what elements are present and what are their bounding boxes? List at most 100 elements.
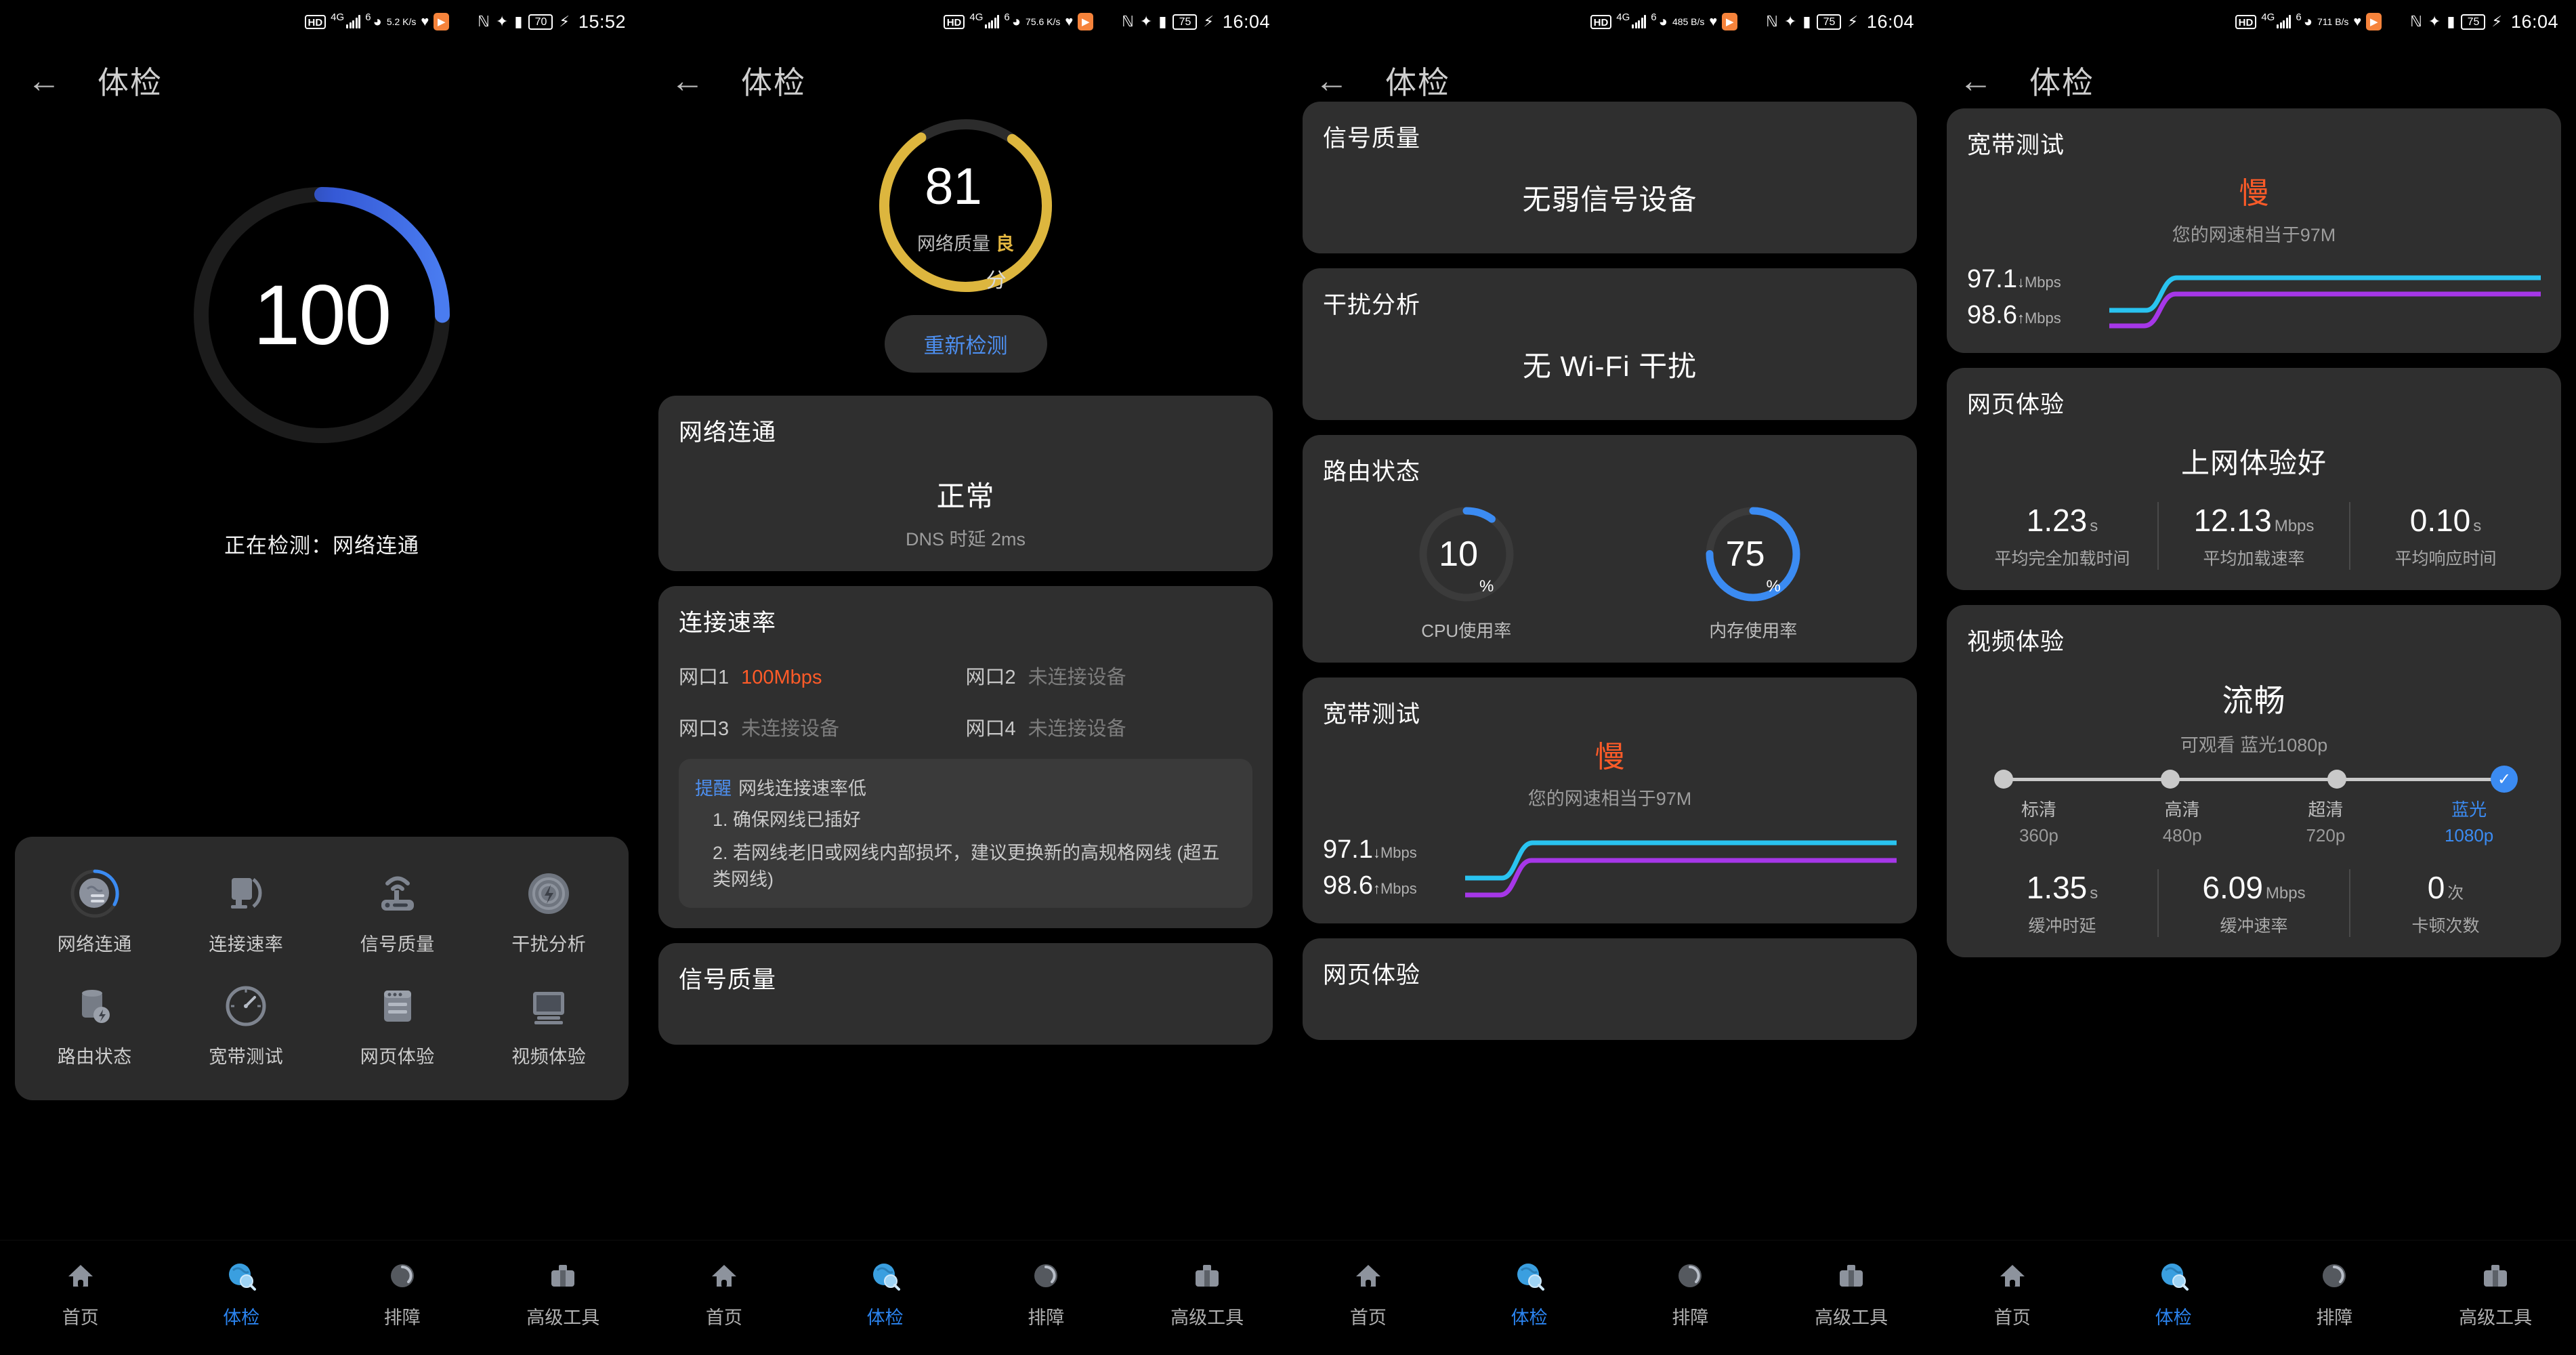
retest-button[interactable]: 重新检测	[884, 315, 1047, 373]
nav-item-home[interactable]: 首页	[40, 1258, 121, 1329]
quality-level-sd[interactable]: 标清 360p	[1967, 796, 2111, 846]
nfc-icon: ℕ	[2410, 13, 2422, 30]
video-quality-slider[interactable]: ✓ 标清 360p 高清 480p 超清 720p 蓝光 1080p	[1967, 766, 2541, 846]
score-section: 100 正在检测：网络连通	[0, 176, 643, 559]
scroll-content[interactable]: 宽带测试 慢 您的网速相当于97M 97.1↓Mbps 98.6↑Mbps 网页…	[1932, 108, 2576, 1240]
grid-item-connection-speed[interactable]: 连接速率	[171, 856, 322, 969]
scroll-content[interactable]: 信号质量 无弱信号设备 干扰分析 无 Wi-Fi 干扰 路由状态 10 % CP…	[1288, 102, 1932, 1240]
title-bar: ← 体检	[1288, 43, 1932, 108]
broadband-chart: 97.1↓Mbps 98.6↑Mbps	[1967, 262, 2543, 333]
charging-icon: ⚡	[2491, 13, 2502, 30]
nav-label: 排障	[2316, 1308, 2353, 1328]
metric-value-wrap: 1.35 s	[2027, 869, 2098, 906]
nav-item-checkup[interactable]: 体检	[845, 1258, 926, 1329]
gauge-unit: %	[1766, 577, 1781, 596]
metric-label: 缓冲时延	[2028, 917, 2096, 936]
quality-resolution: 360p	[2019, 825, 2058, 846]
upload-label: 98.6↑Mbps	[1967, 301, 2109, 330]
nav-item-home[interactable]: 首页	[683, 1258, 765, 1329]
card-value: 上网体验好	[2180, 447, 2327, 479]
quality-level-hd[interactable]: 高清 480p	[2111, 796, 2254, 846]
slider-track[interactable]: ✓	[1994, 766, 2518, 793]
nav-item-advanced-tools[interactable]: 高级工具	[2455, 1258, 2536, 1329]
tip-line: 1. 确保网线已插好	[713, 810, 862, 830]
nav-item-troubleshoot[interactable]: 排障	[1649, 1258, 1731, 1329]
grid-item-router-status[interactable]: 路由状态	[19, 969, 171, 1082]
status-right-icons: ℕ ✦ ▮ 75 ⚡ 16:04	[1766, 12, 1914, 33]
page-title: 体检	[2029, 65, 2094, 100]
status-right-icons: ℕ ✦ ▮ 75 ⚡ 16:04	[2410, 12, 2558, 33]
metric-value-wrap: 6.09 Mbps	[2202, 869, 2305, 906]
clock-label: 15:52	[578, 11, 626, 32]
upload-value: 98.6	[1323, 871, 1373, 900]
broadband-plot	[2107, 262, 2543, 333]
back-arrow-icon[interactable]: ←	[671, 64, 704, 98]
nav-item-advanced-tools[interactable]: 高级工具	[1811, 1258, 1892, 1329]
checkup-globe-icon	[2156, 1258, 2191, 1293]
grid-item-web-experience[interactable]: 网页体验	[322, 969, 473, 1082]
nav-item-checkup[interactable]: 体检	[200, 1258, 282, 1329]
nfc-icon: ℕ	[1766, 13, 1778, 30]
nav-label: 高级工具	[1170, 1308, 1244, 1328]
port-value: 未连接设备	[741, 718, 840, 740]
download-label: 97.1↓Mbps	[1967, 265, 2109, 294]
back-arrow-icon[interactable]: ←	[1315, 64, 1349, 98]
gauge-value: 10	[1439, 535, 1478, 574]
back-arrow-icon[interactable]: ←	[27, 64, 61, 98]
slider-dot-bluray-selected[interactable]: ✓	[2491, 766, 2518, 793]
back-arrow-icon[interactable]: ←	[1959, 64, 1993, 98]
scroll-content[interactable]: 81 分 网络质量良 重新检测 网络连通 正常 DNS 时延 2ms 连接速率	[643, 108, 1288, 1240]
gauge-value-wrap: 10 %	[1416, 503, 1517, 605]
nav-item-advanced-tools[interactable]: 高级工具	[1166, 1258, 1248, 1329]
nav-item-troubleshoot[interactable]: 排障	[2294, 1258, 2375, 1329]
wifi-gen-label: 6	[1651, 11, 1657, 23]
slider-dot-sd[interactable]	[1994, 770, 2013, 789]
charging-icon: ⚡	[1203, 13, 1214, 30]
nav-label: 排障	[1672, 1308, 1709, 1328]
battery-icon: 75	[1173, 14, 1198, 30]
app-badge-icon: ▶	[1078, 13, 1094, 30]
vibrate-icon: ▮	[1802, 13, 1811, 30]
battery-icon: 70	[528, 14, 553, 30]
nav-item-home[interactable]: 首页	[1972, 1258, 2053, 1329]
grid-item-video-experience[interactable]: 视频体验	[473, 969, 625, 1082]
metric-label: 平均加载速率	[2203, 549, 2305, 568]
heartbeat-icon: ♥	[1709, 14, 1718, 29]
nav-item-advanced-tools[interactable]: 高级工具	[522, 1258, 604, 1329]
slider-dot-uhd[interactable]	[2327, 770, 2347, 789]
nav-item-checkup[interactable]: 体检	[1489, 1258, 1570, 1329]
home-icon	[63, 1258, 98, 1293]
grid-item-label: 宽带测试	[209, 1047, 284, 1068]
clock-label: 16:04	[1866, 11, 1914, 32]
network-speed-label: 5.2 K/s	[386, 16, 417, 27]
card-subtext: DNS 时延 2ms	[905, 529, 1026, 549]
page-title: 体检	[98, 65, 163, 100]
nav-item-home[interactable]: 首页	[1328, 1258, 1409, 1329]
nav-item-checkup[interactable]: 体检	[2133, 1258, 2214, 1329]
nav-item-troubleshoot[interactable]: 排障	[1005, 1258, 1086, 1329]
grid-item-network-connectivity[interactable]: 网络连通	[19, 856, 171, 969]
metric-unit: 次	[2447, 884, 2464, 902]
card-interference-analysis: 干扰分析 无 Wi-Fi 干扰	[1303, 268, 1917, 420]
metric-label: 卡顿次数	[2411, 917, 2480, 936]
wifi-icon: ◕	[1011, 13, 1021, 30]
broadband-chart: 97.1↓Mbps 98.6↑Mbps	[1323, 825, 1899, 903]
grid-item-signal-quality[interactable]: 信号质量	[322, 856, 473, 969]
port-row: 网口2 未连接设备	[966, 661, 1253, 690]
quality-level-bluray[interactable]: 蓝光 1080p	[2397, 796, 2541, 846]
title-bar: ← 体检	[643, 43, 1288, 108]
nav-item-troubleshoot[interactable]: 排障	[362, 1258, 443, 1329]
slider-dot-hd[interactable]	[2161, 770, 2180, 789]
troubleshoot-gauge-icon	[1028, 1258, 1063, 1293]
status-right-icons: ℕ ✦ ▮ 75 ⚡ 16:04	[1122, 12, 1270, 33]
score-progress-ring: 81 分 网络质量良	[872, 112, 1059, 299]
metric-label: 平均完全加载时间	[1994, 549, 2130, 568]
port-label: 网口2	[965, 667, 1016, 688]
grid-item-broadband-test[interactable]: 宽带测试	[171, 969, 322, 1082]
quality-level-uhd[interactable]: 超清 720p	[2254, 796, 2398, 846]
card-web-experience: 网页体验	[1303, 938, 1917, 1040]
grid-item-interference[interactable]: 干扰分析	[473, 856, 625, 969]
status-left-icons: HD 4G 6 ◕ 5.2 K/s ♥ ▶	[304, 12, 450, 30]
card-connection-speed: 连接速率 网口1 100Mbps 网口2 未连接设备 网口3 未连接设备 网口4…	[658, 586, 1273, 929]
vibrate-icon: ▮	[514, 13, 523, 30]
